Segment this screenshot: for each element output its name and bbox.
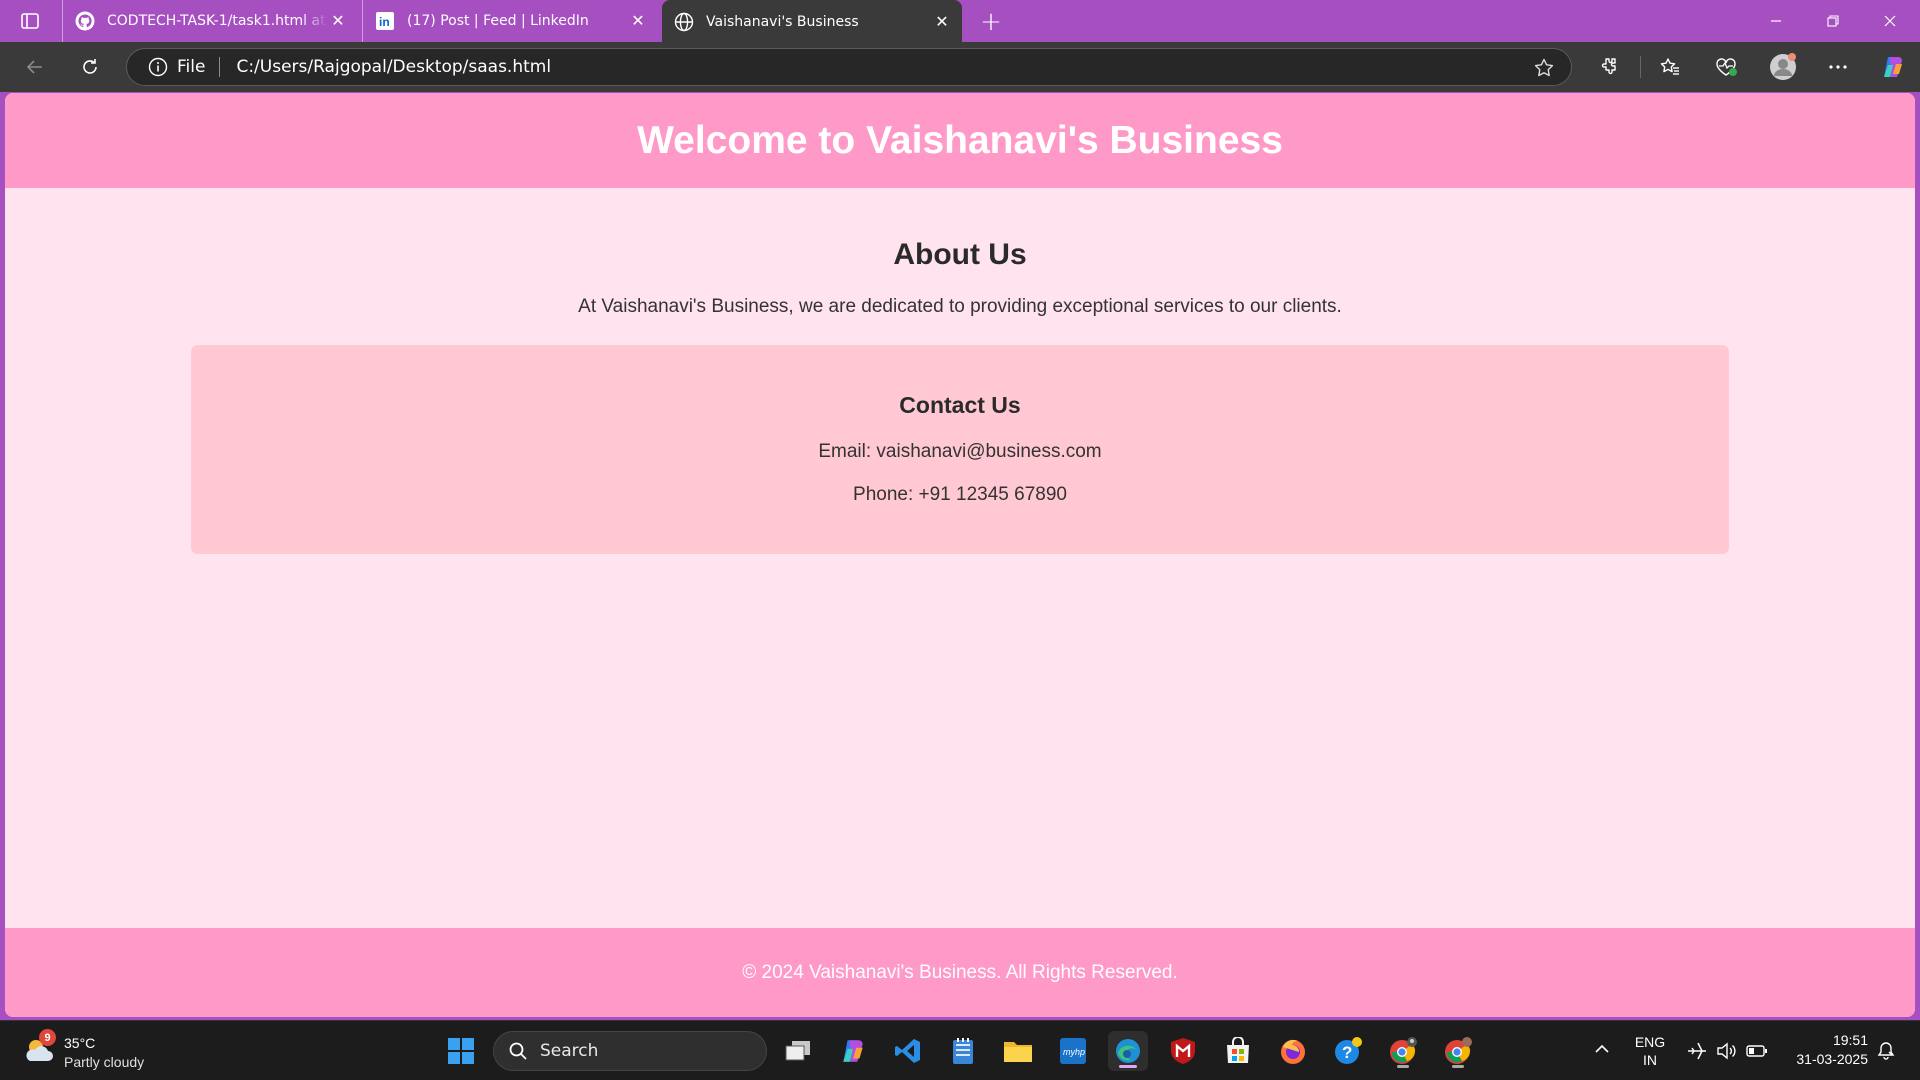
- volume-icon[interactable]: [1716, 1041, 1738, 1061]
- copilot-app-icon[interactable]: [833, 1031, 873, 1071]
- clock-time: 19:51: [1832, 1032, 1868, 1048]
- globe-icon: [674, 12, 694, 32]
- running-indicator: [1397, 1065, 1409, 1068]
- weather-condition: Partly cloudy: [64, 1054, 145, 1070]
- new-tab-button[interactable]: +: [977, 7, 1005, 37]
- svg-text:myhp: myhp: [1063, 1047, 1085, 1057]
- favorite-star-icon[interactable]: [1533, 57, 1555, 79]
- linkedin-icon: in: [375, 11, 395, 31]
- browser-toolbar: File C:/Users/Rajgopal/Desktop/saas.html: [0, 42, 1920, 92]
- tab-close-icon[interactable]: ✕: [932, 12, 952, 32]
- back-icon[interactable]: [19, 51, 51, 83]
- address-bar[interactable]: File C:/Users/Rajgopal/Desktop/saas.html: [126, 48, 1572, 86]
- contact-email: Email: vaishanavi@business.com: [818, 441, 1102, 462]
- notification-bell-icon[interactable]: [1876, 1041, 1896, 1061]
- vscode-icon[interactable]: [888, 1031, 928, 1071]
- restore-icon[interactable]: [1805, 0, 1861, 42]
- edge-browser-icon[interactable]: [1108, 1031, 1148, 1071]
- mcafee-icon[interactable]: [1163, 1031, 1203, 1071]
- svg-text:in: in: [379, 15, 390, 29]
- start-windows-icon[interactable]: [441, 1031, 481, 1071]
- toolbar-separator: [1640, 56, 1641, 78]
- taskbar: 9 35°C Partly cloudy Search myhp ? ENG I…: [0, 1020, 1920, 1080]
- clock-date: 31-03-2025: [1796, 1051, 1868, 1067]
- tab-close-icon[interactable]: ✕: [328, 11, 348, 31]
- tab-linkedin[interactable]: in (17) Post | Feed | LinkedIn ✕: [362, 0, 658, 42]
- scheme-label: File: [177, 57, 206, 77]
- weather-temperature: 35°C: [64, 1035, 96, 1051]
- reload-icon[interactable]: [74, 51, 106, 83]
- chrome-profile-2-icon[interactable]: [1438, 1031, 1478, 1071]
- url-text[interactable]: C:/Users/Rajgopal/Desktop/saas.html: [236, 57, 551, 77]
- github-icon: [75, 11, 95, 31]
- tab-vaishanavi-business[interactable]: Vaishanavi's Business ✕: [662, 0, 962, 44]
- language-line-2: IN: [1643, 1052, 1657, 1068]
- file-explorer-icon[interactable]: [998, 1031, 1038, 1071]
- copilot-icon[interactable]: [1877, 51, 1909, 83]
- tab-title: Vaishanavi's Business: [706, 14, 859, 30]
- about-title: About Us: [893, 238, 1027, 271]
- tab-github[interactable]: CODTECH-TASK-1/task1.html at m ✕: [62, 0, 358, 42]
- microsoft-store-icon[interactable]: [1218, 1031, 1258, 1071]
- contact-phone: Phone: +91 12345 67890: [853, 484, 1067, 505]
- tab-title: (17) Post | Feed | LinkedIn: [407, 13, 589, 29]
- weather-badge: 9: [39, 1029, 56, 1046]
- profile-avatar[interactable]: [1767, 51, 1799, 83]
- minimize-icon[interactable]: [1748, 0, 1804, 42]
- web-page-viewport: Welcome to Vaishanavi's Business About U…: [5, 93, 1915, 1017]
- myhp-icon[interactable]: myhp: [1053, 1031, 1093, 1071]
- help-icon[interactable]: ?: [1328, 1031, 1368, 1071]
- extensions-icon[interactable]: [1593, 51, 1625, 83]
- browser-tab-strip: CODTECH-TASK-1/task1.html at m ✕ in (17)…: [0, 0, 1920, 44]
- contact-section: Contact Us Email: vaishanavi@business.co…: [191, 345, 1729, 554]
- close-window-icon[interactable]: [1862, 0, 1918, 42]
- language-line-1: ENG: [1634, 1034, 1666, 1050]
- task-view-icon[interactable]: [778, 1031, 818, 1071]
- tab-title: CODTECH-TASK-1/task1.html at m: [107, 13, 328, 29]
- language-indicator[interactable]: ENG IN: [1633, 1033, 1667, 1069]
- taskbar-search-box[interactable]: Search: [493, 1031, 767, 1071]
- tab-actions-icon[interactable]: [14, 7, 46, 35]
- firefox-icon[interactable]: [1273, 1031, 1313, 1071]
- footer-copyright: © 2024 Vaishanavi's Business. All Rights…: [742, 961, 1178, 983]
- weather-widget[interactable]: 9 35°C Partly cloudy: [22, 1029, 172, 1073]
- running-indicator: [1119, 1065, 1137, 1068]
- running-indicator: [1452, 1065, 1464, 1068]
- address-divider: [219, 57, 221, 77]
- airplane-mode-icon[interactable]: [1686, 1041, 1708, 1061]
- battery-icon[interactable]: [1746, 1041, 1768, 1061]
- more-options-icon[interactable]: [1822, 51, 1854, 83]
- chrome-profile-1-icon[interactable]: [1383, 1031, 1423, 1071]
- about-text: At Vaishanavi's Business, we are dedicat…: [578, 296, 1342, 317]
- contact-title: Contact Us: [899, 392, 1021, 418]
- search-placeholder: Search: [540, 1041, 599, 1061]
- site-header: Welcome to Vaishanavi's Business: [5, 93, 1915, 188]
- tab-close-icon[interactable]: ✕: [628, 11, 648, 31]
- search-icon: [508, 1041, 528, 1061]
- favorites-icon[interactable]: [1654, 51, 1686, 83]
- site-footer: © 2024 Vaishanavi's Business. All Rights…: [5, 928, 1915, 1017]
- info-icon[interactable]: [147, 56, 169, 78]
- svg-text:?: ?: [1342, 1043, 1352, 1062]
- show-hidden-icons-chevron-icon[interactable]: [1592, 1039, 1612, 1059]
- system-clock[interactable]: 19:51 31-03-2025: [1782, 1031, 1868, 1069]
- browser-essentials-icon[interactable]: [1710, 51, 1742, 83]
- page-title: Welcome to Vaishanavi's Business: [637, 118, 1283, 162]
- notepad-icon[interactable]: [943, 1031, 983, 1071]
